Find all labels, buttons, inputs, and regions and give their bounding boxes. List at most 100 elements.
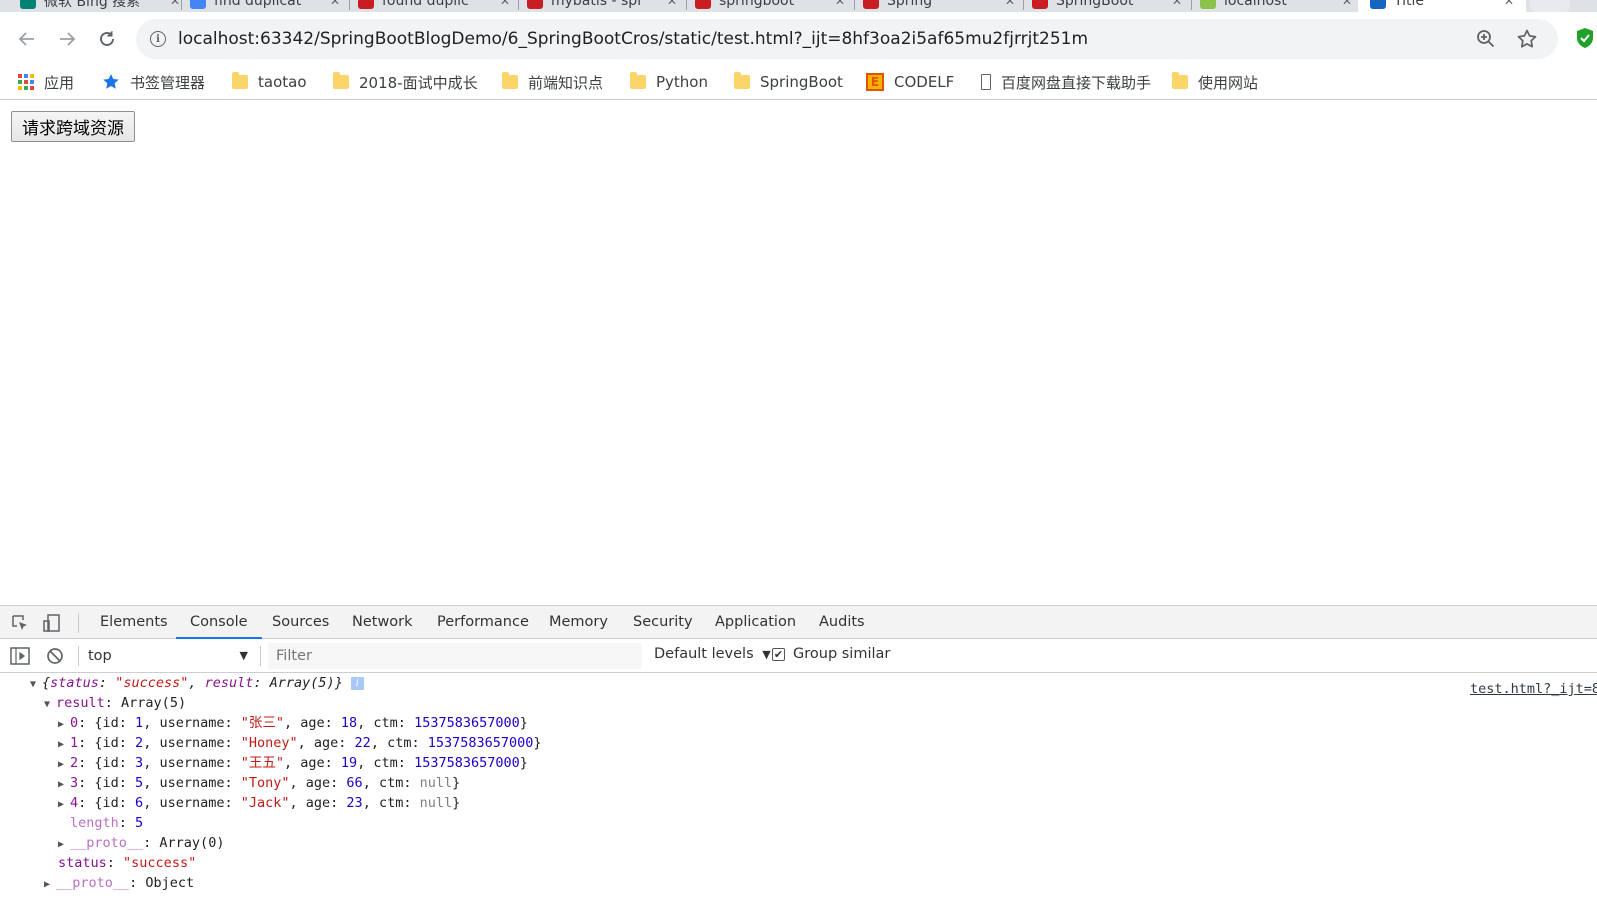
tab-memory[interactable]: Memory (549, 606, 608, 639)
zoom-icon[interactable] (1476, 29, 1496, 53)
bookmark-folder-interview[interactable]: 2018-面试中成长 (333, 70, 478, 94)
console-output: test.html?_ijt=8 ▼ {status: "success", re… (0, 673, 1597, 910)
bookmark-baidu-helper[interactable]: 百度网盘直接下载助手 (981, 70, 1151, 94)
info-icon[interactable]: i (150, 31, 166, 47)
bookmark-label: 前端知识点 (528, 73, 604, 92)
bookmark-star-icon[interactable] (1516, 28, 1538, 54)
browser-tab[interactable]: found duplic ✕ (358, 0, 510, 12)
dropdown-arrow-icon: ▼ (239, 649, 248, 662)
page-content: 请求跨域资源 (0, 100, 1597, 605)
bookmark-label: taotao (258, 73, 307, 91)
tab-sources[interactable]: Sources (272, 606, 329, 639)
browser-tab[interactable]: find duplicat ✕ (190, 0, 340, 12)
bookmark-folder-python[interactable]: Python (630, 70, 708, 94)
tab-performance[interactable]: Performance (437, 606, 529, 639)
console-array-item[interactable]: ▶ 4: {id: 6, username: "Jack", age: 23, c… (58, 793, 460, 813)
browser-tab[interactable]: localhost ✕ (1200, 0, 1352, 12)
source-link[interactable]: test.html?_ijt=8 (1470, 681, 1597, 697)
clear-console-icon[interactable] (46, 647, 64, 669)
close-icon[interactable]: ✕ (500, 0, 510, 8)
folder-icon (232, 72, 248, 89)
collapsed-triangle-icon[interactable]: ▶ (58, 775, 70, 795)
bookmark-folder-frontend[interactable]: 前端知识点 (502, 70, 603, 94)
browser-tab[interactable]: springboot ✕ (695, 0, 845, 12)
bookmark-folder-taotao[interactable]: taotao (232, 70, 307, 94)
apps-icon (18, 74, 34, 90)
request-cors-button[interactable]: 请求跨域资源 (11, 111, 135, 142)
shield-extension-icon[interactable] (1575, 27, 1595, 53)
close-icon[interactable]: ✕ (667, 0, 677, 8)
forward-button[interactable] (52, 24, 82, 54)
bookmark-folder-springboot[interactable]: SpringBoot (734, 70, 843, 94)
url-text[interactable]: localhost:63342/SpringBootBlogDemo/6_Spr… (178, 29, 1088, 49)
tab-network[interactable]: Network (352, 606, 413, 639)
filter-input[interactable] (268, 643, 642, 669)
tab-title: springboot (719, 0, 795, 9)
tab-title: 微软 Bing 搜索 (44, 0, 141, 10)
tab-separator (518, 0, 519, 10)
address-bar[interactable]: i localhost:63342/SpringBootBlogDemo/6_S… (136, 19, 1558, 59)
tab-application[interactable]: Application (715, 606, 796, 639)
console-array-item[interactable]: ▶ 2: {id: 3, username: "王五", age: 19, ctm… (58, 753, 528, 773)
tab-title: mybatis - spr (551, 0, 643, 9)
reload-button[interactable] (92, 24, 122, 54)
collapsed-triangle-icon[interactable]: ▶ (58, 715, 70, 735)
tab-elements[interactable]: Elements (100, 606, 168, 639)
checkbox-checked-icon[interactable]: ✔ (772, 647, 785, 661)
tab-console[interactable]: Console (176, 606, 262, 639)
tab-strip: 微软 Bing 搜索 ✕ find duplicat ✕ found dupli… (0, 0, 1597, 12)
console-object-proto[interactable]: ▶ __proto__: Object (44, 873, 194, 893)
device-toolbar-icon[interactable] (43, 614, 63, 636)
tab-separator (349, 0, 350, 10)
bookmark-apps[interactable]: 应用 (18, 70, 74, 94)
bookmark-label: CODELF (894, 73, 955, 91)
browser-tab[interactable]: mybatis - spr ✕ (527, 0, 677, 12)
expanded-triangle-icon[interactable]: ▼ (44, 695, 56, 715)
console-result-node[interactable]: ▼ result: Array(5) (44, 693, 186, 713)
info-icon[interactable]: i (350, 676, 364, 690)
inspect-element-icon[interactable] (11, 614, 29, 636)
group-similar-toggle[interactable]: ✔ Group similar (772, 646, 890, 662)
browser-tab-active[interactable]: Title ✕ (1358, 0, 1526, 12)
sidebar-toggle-icon[interactable] (10, 647, 30, 669)
collapsed-triangle-icon[interactable]: ▶ (58, 795, 70, 815)
console-array-proto[interactable]: ▶ __proto__: Array(0) (58, 833, 224, 853)
close-icon[interactable]: ✕ (170, 0, 180, 8)
tab-audits[interactable]: Audits (819, 606, 865, 639)
browser-toolbar: i localhost:63342/SpringBootBlogDemo/6_S… (0, 12, 1597, 64)
back-button[interactable] (12, 24, 42, 54)
bookmark-manager[interactable]: 书签管理器 (102, 70, 205, 94)
close-icon[interactable]: ✕ (1005, 0, 1015, 8)
expanded-triangle-icon[interactable]: ▼ (30, 675, 42, 695)
console-object-summary[interactable]: ▼ {status: "success", result: Array(5)} i (30, 673, 364, 693)
browser-tab[interactable]: 微软 Bing 搜索 ✕ (20, 0, 180, 12)
tab-separator (686, 0, 687, 10)
close-icon[interactable]: ✕ (1504, 0, 1514, 8)
csdn-favicon-icon (358, 0, 374, 9)
console-array-item[interactable]: ▶ 1: {id: 2, username: "Honey", age: 22, … (58, 733, 542, 753)
collapsed-triangle-icon[interactable]: ▶ (58, 735, 70, 755)
arrow-left-icon (18, 32, 34, 46)
close-icon[interactable]: ✕ (1342, 0, 1352, 8)
bookmark-codelf[interactable]: E CODELF (866, 70, 954, 94)
tab-title: Title (1394, 0, 1425, 9)
page-favicon-icon (190, 0, 206, 9)
browser-tab[interactable]: SpringBoot ✕ (1032, 0, 1182, 12)
new-tab-button[interactable] (1530, 0, 1570, 12)
folder-icon (333, 72, 349, 89)
collapsed-triangle-icon[interactable]: ▶ (58, 835, 70, 855)
console-array-item[interactable]: ▶ 0: {id: 1, username: "张三", age: 18, ctm… (58, 713, 528, 733)
console-array-item[interactable]: ▶ 3: {id: 5, username: "Tony", age: 66, c… (58, 773, 460, 793)
tab-security[interactable]: Security (633, 606, 693, 639)
browser-tab[interactable]: Spring ✕ (863, 0, 1015, 12)
bookmark-folder-sites[interactable]: 使用网站 (1172, 70, 1258, 94)
close-icon[interactable]: ✕ (1172, 0, 1182, 8)
context-selector[interactable]: top ▼ (88, 646, 248, 666)
bookmark-label: 应用 (44, 73, 75, 92)
close-icon[interactable]: ✕ (330, 0, 340, 8)
collapsed-triangle-icon[interactable]: ▶ (44, 875, 56, 895)
log-levels-dropdown[interactable]: Default levels ▼ (654, 646, 771, 662)
toolbar-divider (260, 646, 261, 666)
close-icon[interactable]: ✕ (835, 0, 845, 8)
collapsed-triangle-icon[interactable]: ▶ (58, 755, 70, 775)
